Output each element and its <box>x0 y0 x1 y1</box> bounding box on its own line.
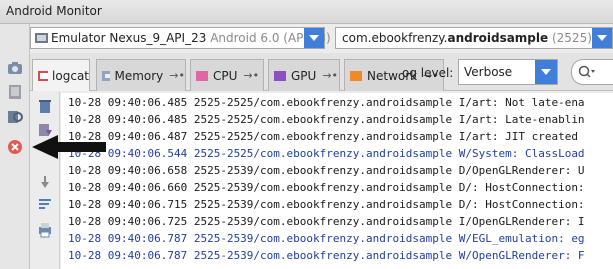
log-line: 10-28 09:40:06.658 2525-2539/com.ebookfr… <box>68 164 585 177</box>
tab-label: CPU <box>213 68 238 83</box>
memory-icon <box>102 70 111 81</box>
tab-logcat[interactable]: logcat <box>32 59 90 91</box>
chevron-down-icon[interactable] <box>304 28 324 48</box>
log-line: 10-28 09:40:06.787 2525-2539/com.ebookfr… <box>68 249 585 262</box>
arrow-down-icon[interactable] <box>34 172 56 192</box>
pin-icon[interactable]: →• <box>169 69 185 82</box>
title-bar: Android Monitor <box>0 0 613 24</box>
log-line: 10-28 09:40:06.485 2525-2525/com.ebookfr… <box>68 96 585 109</box>
log-line: 10-28 09:40:06.485 2525-2525/com.ebookfr… <box>68 113 585 126</box>
print-icon[interactable] <box>34 220 56 240</box>
log-line: 10-28 09:40:06.787 2525-2539/com.ebookfr… <box>68 232 585 245</box>
log-line: 10-28 09:40:06.487 2525-2525/com.ebookfr… <box>68 130 578 143</box>
terminate-app-icon[interactable] <box>4 137 26 157</box>
log-level-select[interactable]: Verbose <box>458 59 558 85</box>
tab-label: GPU <box>291 68 317 83</box>
pin-icon[interactable]: →• <box>322 69 338 82</box>
process-package: com.ebookfrenzy. <box>342 31 448 45</box>
log-level-value: Verbose <box>464 65 513 79</box>
cpu-icon <box>196 70 208 81</box>
window-title: Android Monitor <box>6 4 102 18</box>
process-selector[interactable]: com.ebookfrenzy.androidsample (2525) <box>335 27 613 49</box>
network-icon <box>350 70 362 81</box>
screen-record-icon[interactable] <box>4 82 26 102</box>
tab-memory[interactable]: Memory →• <box>96 59 186 91</box>
log-line: 10-28 09:40:06.544 2525-2525/com.ebookfr… <box>68 147 585 160</box>
log-line: 10-28 09:40:06.660 2525-2539/com.ebookfr… <box>68 181 585 194</box>
log-line: 10-28 09:40:06.715 2525-2539/com.ebookfr… <box>68 198 585 211</box>
device-row: Emulator Nexus_9_API_23 Android 6.0 (API… <box>30 24 613 52</box>
left-toolbar <box>0 24 30 269</box>
search-icon <box>578 65 595 78</box>
tab-gpu[interactable]: GPU →• <box>268 59 340 91</box>
logcat-icon <box>38 70 49 81</box>
logcat-toolbar <box>30 92 60 269</box>
gpu-icon <box>274 70 286 81</box>
system-info-icon[interactable] <box>4 106 26 126</box>
device-selector[interactable]: Emulator Nexus_9_API_23 Android 6.0 (API… <box>30 27 331 49</box>
clear-logcat-icon[interactable] <box>34 96 56 116</box>
screen-capture-icon[interactable] <box>4 58 26 78</box>
chevron-down-icon[interactable] <box>535 60 557 84</box>
tab-label: logcat <box>52 68 89 83</box>
annotation-arrow-icon <box>28 133 108 161</box>
pin-icon[interactable]: →• <box>243 69 259 82</box>
process-package-bold: androidsample <box>447 31 549 45</box>
device-name: Emulator Nexus_9_API_23 <box>51 31 207 45</box>
process-pid: (2525) <box>551 31 592 45</box>
log-line: 10-28 09:40:06.725 2525-2539/com.ebookfr… <box>68 215 585 228</box>
logcat-output[interactable]: 10-28 09:40:06.485 2525-2525/com.ebookfr… <box>61 93 613 269</box>
device-icon <box>35 33 48 43</box>
tab-cpu[interactable]: CPU →• <box>190 59 264 91</box>
search-input[interactable] <box>571 59 613 85</box>
log-level-label: og level: <box>402 66 454 80</box>
tab-label: Memory <box>114 68 164 83</box>
chevron-down-icon[interactable] <box>592 28 612 48</box>
soft-wrap-icon[interactable] <box>34 194 56 214</box>
